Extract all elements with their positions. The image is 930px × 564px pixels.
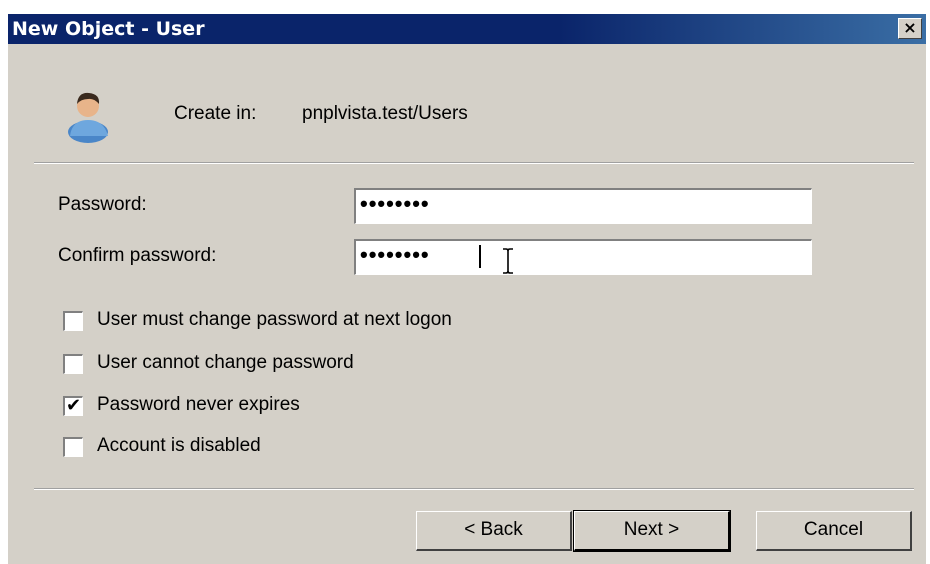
password-never-expires-label: Password never expires — [97, 394, 300, 415]
cannot-change-password-label: User cannot change password — [97, 352, 354, 373]
password-never-expires-checkbox[interactable]: ✔ — [63, 395, 83, 416]
must-change-password-label: User must change password at next logon — [97, 309, 452, 330]
user-icon — [68, 92, 108, 143]
confirm-password-input[interactable]: •••••••• — [354, 239, 812, 275]
cancel-button[interactable]: Cancel — [756, 511, 912, 551]
must-change-password-checkbox[interactable] — [63, 311, 83, 331]
top-divider — [34, 162, 914, 164]
password-input[interactable]: •••••••• — [354, 188, 812, 224]
close-icon: × — [903, 18, 917, 37]
cannot-change-password-checkbox[interactable] — [63, 354, 83, 374]
close-button[interactable]: × — [898, 18, 922, 39]
password-label: Password: — [58, 194, 147, 215]
confirm-password-label: Confirm password: — [58, 245, 217, 266]
back-button[interactable]: < Back — [416, 511, 572, 551]
create-in-label: Create in: — [174, 103, 257, 124]
new-object-user-dialog: New Object - User × Create in: pnplvista… — [6, 12, 926, 564]
text-caret — [479, 245, 481, 268]
window-title: New Object - User — [12, 18, 205, 40]
title-bar[interactable]: New Object - User × — [8, 14, 926, 44]
account-disabled-checkbox[interactable] — [63, 437, 83, 457]
account-disabled-label: Account is disabled — [97, 435, 261, 456]
ibeam-cursor-icon — [503, 248, 513, 274]
create-in-path: pnplvista.test/Users — [302, 103, 468, 124]
bottom-divider — [34, 488, 914, 490]
checkmark-icon: ✔ — [66, 395, 82, 416]
next-button[interactable]: Next > — [573, 510, 731, 552]
